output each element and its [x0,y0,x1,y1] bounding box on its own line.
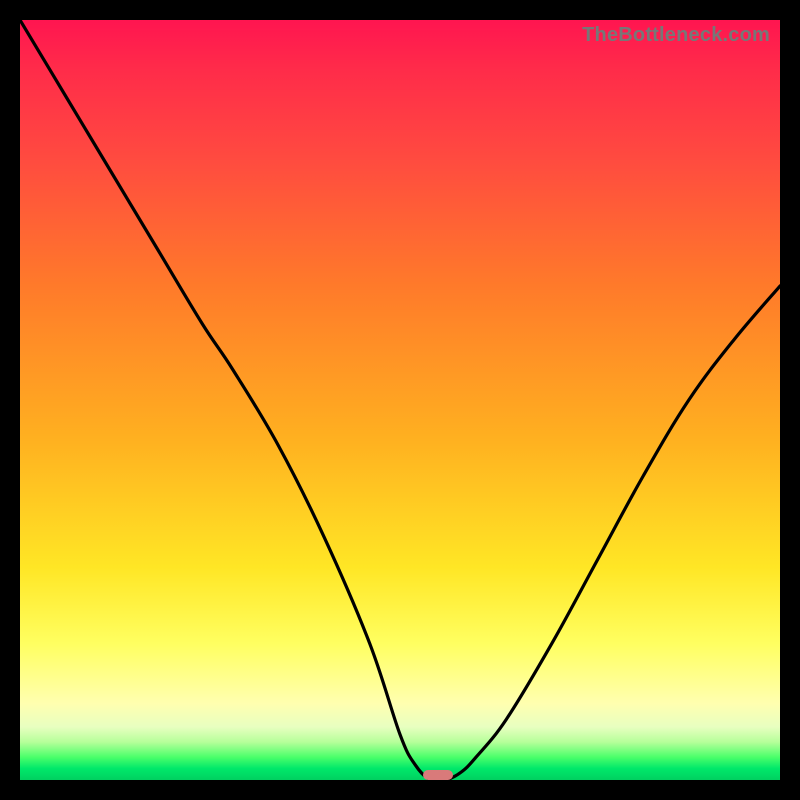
chart-frame: TheBottleneck.com [0,0,800,800]
optimum-marker [423,770,453,780]
bottleneck-curve [20,20,780,780]
plot-area: TheBottleneck.com [20,20,780,780]
